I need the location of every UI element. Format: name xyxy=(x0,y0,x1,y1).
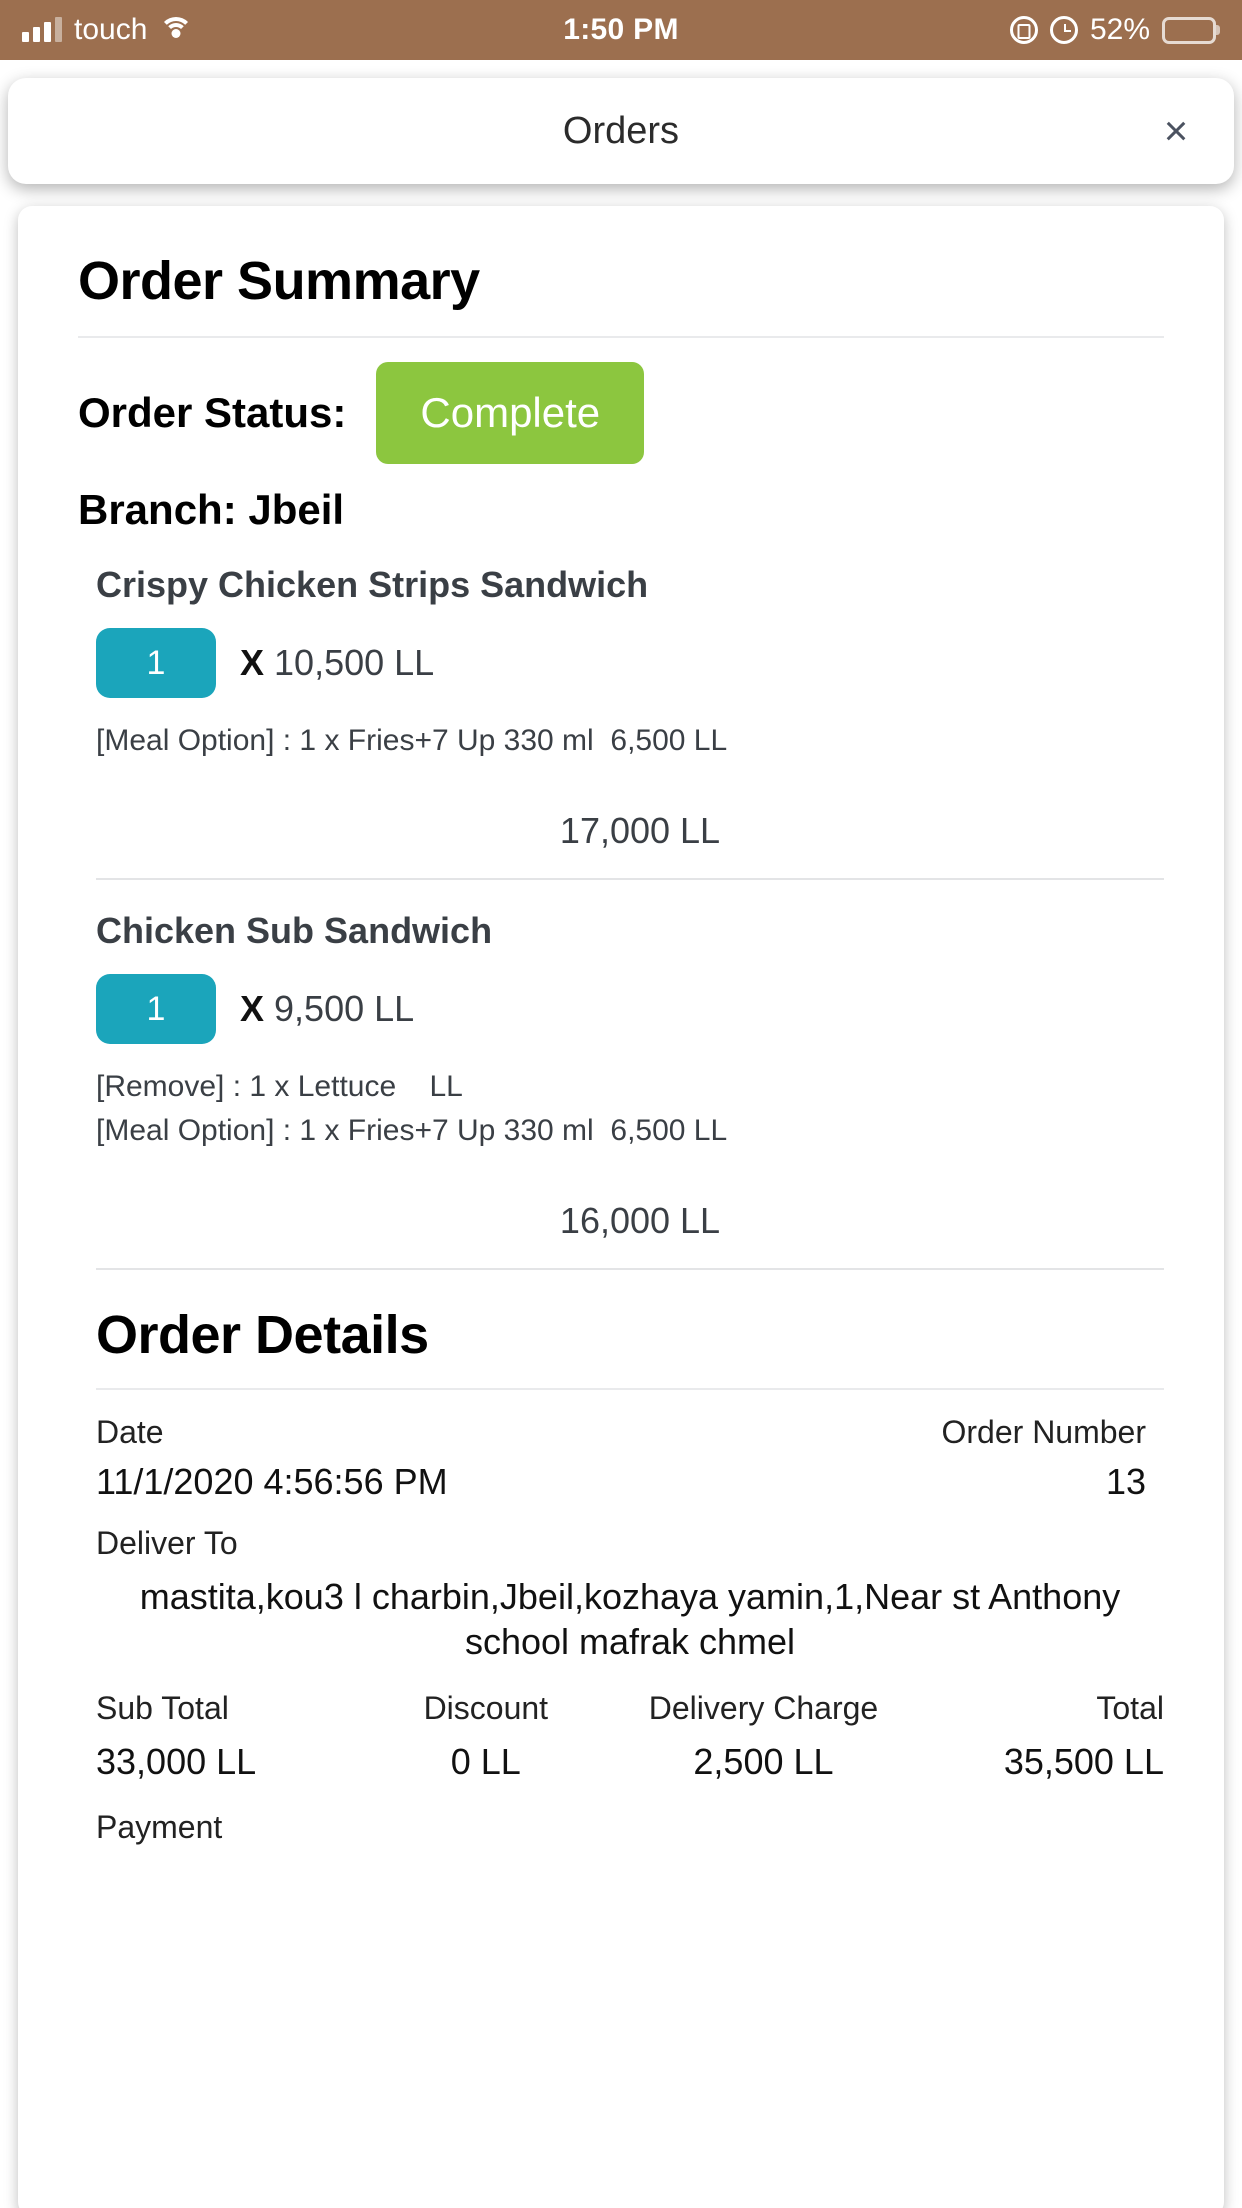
battery-percent-label: 52% xyxy=(1089,13,1150,46)
sub-total-label: Sub Total xyxy=(96,1690,229,1726)
item-total-wrap: 17,000 LL xyxy=(18,810,1224,852)
discount-label: Discount xyxy=(423,1690,549,1726)
date-label: Date xyxy=(96,1414,164,1450)
payment-label: Payment xyxy=(96,1809,223,1845)
sub-total-label-cell: Sub Total 33,000 LL xyxy=(96,1690,363,1783)
order-number-column: Order Number 13 xyxy=(942,1414,1165,1503)
date-column: Date 11/1/2020 4:56:56 PM xyxy=(96,1414,448,1503)
order-summary-title: Order Summary xyxy=(78,251,480,311)
item-line-total: 17,000 LL xyxy=(96,810,1164,852)
status-bar: touch 1:50 PM 52% xyxy=(0,0,1242,60)
item-unit-price: X 10,500 LL xyxy=(240,642,434,684)
signal-bars-icon xyxy=(22,17,62,42)
order-summary-section: Order Summary Order Status: Complete Bra… xyxy=(18,250,1224,534)
deliver-to-value: mastita,kou3 l charbin,Jbeil,kozhaya yam… xyxy=(139,1576,1121,1662)
item-quantity-badge: 1 xyxy=(96,974,216,1044)
delivery-charge-cell: Delivery Charge 2,500 LL xyxy=(609,1690,919,1783)
battery-icon xyxy=(1162,16,1216,44)
order-status-label: Order Status: xyxy=(78,389,347,436)
order-details-section: Order Details Date 11/1/2020 4:56:56 PM … xyxy=(18,1268,1224,1846)
delivery-charge-value: 2,500 LL xyxy=(693,1741,834,1782)
totals-header-row: Sub Total 33,000 LL Discount 0 LL Delive… xyxy=(96,1690,1164,1783)
multiply-symbol: X xyxy=(240,988,265,1029)
item-price-value: 9,500 LL xyxy=(274,988,415,1029)
total-label: Total xyxy=(1096,1690,1164,1726)
item-total-wrap: 16,000 LL xyxy=(18,1200,1224,1242)
rotation-lock-icon xyxy=(1009,16,1038,44)
item-option-line: [Remove] : 1 x Lettuce LL xyxy=(96,1070,463,1103)
divider xyxy=(96,1388,1164,1390)
order-item: Crispy Chicken Strips Sandwich 1 X 10,50… xyxy=(18,534,1224,758)
order-number-label: Order Number xyxy=(941,1414,1147,1450)
order-item: Chicken Sub Sandwich 1 X 9,500 LL [Remov… xyxy=(18,880,1224,1148)
carrier-name: touch xyxy=(74,13,148,46)
branch-label: Branch: Jbeil xyxy=(78,486,345,533)
item-name: Chicken Sub Sandwich xyxy=(96,910,493,951)
delivery-charge-label: Delivery Charge xyxy=(648,1690,879,1726)
multiply-symbol: X xyxy=(240,642,265,683)
date-and-order-number-row: Date 11/1/2020 4:56:56 PM Order Number 1… xyxy=(96,1414,1164,1503)
item-option-line: [Meal Option] : 1 x Fries+7 Up 330 ml 6,… xyxy=(96,1114,728,1147)
total-cell: Total 35,500 LL xyxy=(918,1690,1164,1783)
status-badge: Complete xyxy=(376,362,645,464)
close-icon[interactable]: × xyxy=(1154,109,1198,153)
item-unit-price: X 9,500 LL xyxy=(240,988,414,1030)
sub-total-value: 33,000 LL xyxy=(96,1741,257,1782)
item-qty-row: 1 X 9,500 LL xyxy=(96,974,1164,1044)
deliver-to-label: Deliver To xyxy=(96,1525,238,1561)
item-divider-wrap xyxy=(18,852,1224,880)
status-bar-right: 52% xyxy=(1009,13,1216,47)
discount-cell: Discount 0 LL xyxy=(363,1690,609,1783)
order-status-row: Order Status: Complete xyxy=(78,338,1164,464)
item-name: Crispy Chicken Strips Sandwich xyxy=(96,564,649,605)
total-value: 35,500 LL xyxy=(1003,1741,1164,1782)
status-bar-left: touch xyxy=(22,13,194,47)
discount-value: 0 LL xyxy=(450,1741,521,1782)
item-qty-row: 1 X 10,500 LL xyxy=(96,628,1164,698)
alarm-clock-icon xyxy=(1049,16,1078,44)
item-option-line: [Meal Option] : 1 x Fries+7 Up 330 ml 6,… xyxy=(96,724,728,757)
item-line-total-value: 17,000 LL xyxy=(559,810,721,851)
wifi-icon xyxy=(159,17,194,43)
order-detail-card: Order Summary Order Status: Complete Bra… xyxy=(18,206,1224,2208)
order-number-value: 13 xyxy=(1105,1461,1146,1502)
item-line-total: 16,000 LL xyxy=(96,1200,1164,1242)
item-price-value: 10,500 LL xyxy=(274,642,435,683)
order-details-title: Order Details xyxy=(96,1305,429,1365)
header-area: Orders × xyxy=(0,60,1242,184)
item-line-total-value: 16,000 LL xyxy=(559,1200,721,1241)
item-quantity-badge: 1 xyxy=(96,628,216,698)
header-card: Orders × xyxy=(8,78,1234,184)
date-value: 11/1/2020 4:56:56 PM xyxy=(96,1461,448,1502)
page-title: Orders xyxy=(562,109,680,152)
